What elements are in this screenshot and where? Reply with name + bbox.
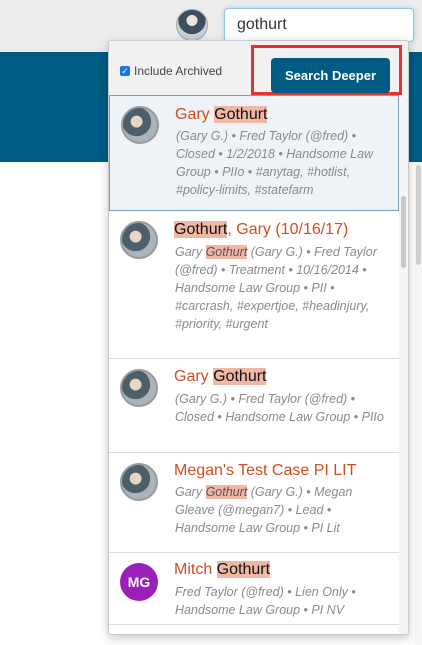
result-title[interactable]: Gary Gothurt	[175, 106, 268, 124]
dropdown-header: ✓ Include Archived Search Deeper	[109, 41, 408, 95]
result-item[interactable]: Gothurt, Gary (10/16/17) Gary Gothurt (G…	[109, 211, 399, 359]
include-archived-label: Include Archived	[134, 64, 223, 78]
result-item[interactable]: Megan's Test Case PI LIT Gary Gothurt (G…	[109, 453, 399, 553]
result-meta: (Gary G.) • Fred Taylor (@fred) • Closed…	[176, 129, 374, 197]
search-results-dropdown: ✓ Include Archived Search Deeper Gary Go…	[108, 40, 409, 635]
result-title[interactable]: Mitch Gothurt	[174, 561, 271, 579]
dropdown-scrollbar-thumb[interactable]	[401, 196, 406, 268]
result-avatar	[120, 221, 158, 259]
result-item[interactable]: MG Mitch Gothurt Fred Taylor (@fred) • L…	[109, 553, 399, 625]
result-meta: Gary Gothurt (Gary G.) • Megan Gleave (@…	[175, 485, 353, 535]
result-item[interactable]: Gary Gothurt (Gary G.) • Fred Taylor (@f…	[109, 95, 399, 211]
result-meta: Gary Gothurt (Gary G.) • Fred Taylor (@f…	[175, 245, 377, 331]
result-avatar-initials: MG	[120, 563, 158, 601]
dropdown-scrollbar[interactable]	[399, 95, 408, 634]
results-list: Gary Gothurt (Gary G.) • Fred Taylor (@f…	[109, 95, 399, 625]
checkbox-checked-icon[interactable]: ✓	[120, 66, 130, 76]
result-avatar	[120, 463, 158, 501]
result-title[interactable]: Gothurt, Gary (10/16/17)	[174, 221, 348, 239]
result-title[interactable]: Megan's Test Case PI LIT	[174, 462, 356, 480]
result-avatar	[120, 369, 158, 407]
search-deeper-callout: Search Deeper	[251, 45, 402, 95]
result-item[interactable]: Gary Gothurt (Gary G.) • Fred Taylor (@f…	[109, 359, 399, 453]
page-scrollbar-thumb[interactable]	[416, 165, 421, 265]
search-input[interactable]	[224, 8, 414, 42]
result-meta: (Gary G.) • Fred Taylor (@fred) • Closed…	[175, 392, 384, 424]
include-archived-option[interactable]: ✓ Include Archived	[120, 64, 222, 78]
result-avatar	[121, 106, 159, 144]
result-title[interactable]: Gary Gothurt	[174, 368, 267, 386]
user-avatar[interactable]	[176, 9, 208, 41]
search-deeper-button[interactable]: Search Deeper	[271, 58, 390, 93]
result-meta: Fred Taylor (@fred) • Lien Only • Handso…	[175, 585, 356, 617]
